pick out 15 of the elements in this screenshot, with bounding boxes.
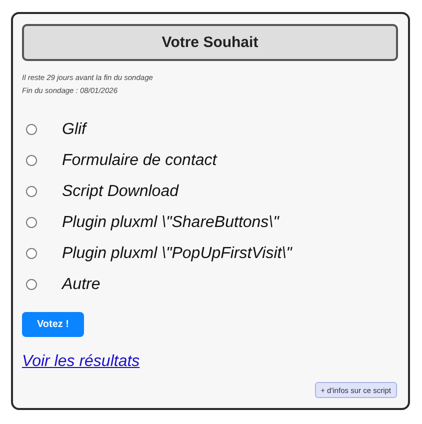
vote-button[interactable]: Votez ! (22, 312, 84, 337)
option-label[interactable]: Glif (62, 120, 86, 138)
option-label[interactable]: Script Download (62, 182, 178, 200)
radio-button[interactable] (26, 279, 37, 290)
option-label[interactable]: Plugin pluxml \"PopUpFirstVisit\" (62, 244, 292, 262)
radio-button[interactable] (26, 155, 37, 166)
radio-button[interactable] (26, 124, 37, 135)
poll-title: Votre Souhait (22, 24, 398, 61)
radio-button[interactable] (26, 186, 37, 197)
results-link[interactable]: Voir les résultats (22, 353, 140, 371)
radio-button[interactable] (26, 217, 37, 228)
option-label[interactable]: Plugin pluxml \"ShareButtons\" (62, 214, 279, 232)
option-label[interactable]: Formulaire de contact (62, 152, 217, 170)
radio-button[interactable] (26, 248, 37, 259)
option-label[interactable]: Autre (62, 276, 100, 294)
